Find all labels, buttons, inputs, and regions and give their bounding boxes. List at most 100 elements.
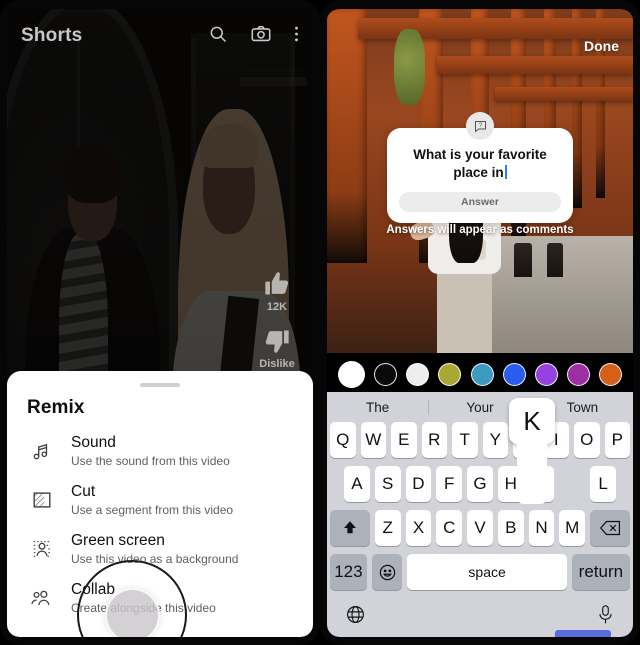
cut-segment-icon — [27, 483, 57, 511]
header-icon-group — [208, 23, 299, 50]
key-popup-preview: K — [509, 398, 555, 504]
numbers-key[interactable]: 123 — [330, 554, 367, 590]
option-subtitle: Use the sound from this video — [71, 454, 230, 468]
remix-bottom-sheet: Remix Sound Use the sound from this vide… — [7, 371, 313, 637]
key-E[interactable]: E — [391, 422, 417, 458]
torii-beam — [495, 87, 633, 102]
sheet-drag-handle[interactable] — [140, 383, 180, 387]
remix-option-text: Green screen Use this video as a backgro… — [71, 532, 238, 566]
ios-keyboard: TheYourTown QWERTYUIOP K ASDFGHJL ZXCVBN… — [327, 392, 633, 637]
key-B[interactable]: B — [497, 510, 524, 546]
space-key[interactable]: space — [407, 554, 567, 590]
question-prompt-row[interactable]: What is your favorite place in — [399, 146, 561, 181]
key-S[interactable]: S — [374, 466, 401, 502]
right-phone-screen: Done ? What is your favorite place in An… — [327, 8, 633, 637]
right-phone-frame: Done ? What is your favorite place in An… — [320, 0, 640, 645]
left-phone-screen: Shorts 12K Dislike Remix Sound Use the s… — [7, 8, 313, 637]
dislike-label: Dislike — [259, 358, 295, 370]
option-title: Sound — [71, 434, 116, 451]
keyboard-row-4: 123 space return — [327, 554, 633, 590]
shorts-header: Shorts — [7, 8, 313, 64]
shift-key[interactable] — [329, 510, 370, 546]
collab-people-icon — [27, 581, 57, 609]
like-button[interactable]: 12K — [263, 270, 291, 313]
svg-text:?: ? — [478, 122, 482, 129]
color-swatch-blue[interactable] — [502, 362, 526, 386]
key-A[interactable]: A — [343, 466, 370, 502]
camera-icon[interactable] — [250, 23, 272, 50]
key-F[interactable]: F — [436, 466, 463, 502]
key-W[interactable]: W — [360, 422, 386, 458]
key-Y[interactable]: Y — [482, 422, 508, 458]
key-popup-letter: K — [509, 398, 555, 444]
remix-option-text: Cut Use a segment from this video — [71, 483, 233, 517]
key-L[interactable]: L — [590, 466, 617, 502]
key-O[interactable]: O — [574, 422, 600, 458]
option-title: Cut — [71, 483, 96, 500]
color-swatch-white[interactable] — [338, 360, 365, 388]
color-swatch-olive[interactable] — [438, 362, 462, 386]
key-Z[interactable]: Z — [374, 510, 401, 546]
color-palette — [327, 356, 633, 392]
color-swatch-orange[interactable] — [599, 362, 622, 386]
remix-option-collab[interactable]: Collab Create alongside this video — [7, 572, 313, 621]
sheet-title: Remix — [27, 397, 85, 418]
answer-field[interactable]: Answer — [399, 192, 561, 213]
dislike-button[interactable]: Dislike — [259, 327, 295, 370]
pillar-base — [547, 242, 563, 278]
torii-beam — [437, 56, 633, 74]
option-subtitle: Use this video as a background — [71, 552, 239, 566]
page-title: Shorts — [21, 25, 83, 46]
search-icon[interactable] — [208, 24, 228, 49]
key-V[interactable]: V — [467, 510, 493, 546]
text-cursor — [504, 164, 507, 179]
left-phone-frame: Shorts 12K Dislike Remix Sound Use the s… — [0, 0, 320, 645]
sticker-hint: Answers will appear as comments — [386, 224, 574, 236]
key-T[interactable]: T — [452, 422, 478, 458]
remix-option-sound[interactable]: Sound Use the sound from this video — [7, 425, 313, 474]
return-key[interactable]: return — [571, 554, 630, 590]
dual-phone-screenshot: Shorts 12K Dislike Remix Sound Use the s… — [0, 0, 640, 645]
key-P[interactable]: P — [604, 422, 630, 458]
question-chat-bubble-icon: ? — [466, 112, 494, 140]
pillar-base — [513, 242, 533, 278]
question-prompt: What is your favorite place in — [413, 147, 547, 180]
emoji-smiley-icon[interactable] — [371, 554, 403, 590]
color-swatch-light-gray[interactable] — [406, 362, 430, 386]
key-R[interactable]: R — [421, 422, 447, 458]
key-Q[interactable]: Q — [330, 422, 356, 458]
remix-option-cut[interactable]: Cut Use a segment from this video — [7, 474, 313, 523]
suggestion-bar: The Your Town — [327, 392, 633, 422]
color-swatch-teal[interactable] — [470, 362, 494, 386]
green-screen-icon — [27, 532, 57, 560]
globe-icon[interactable] — [345, 604, 366, 630]
keyboard-row-3: ZXCVBNM — [327, 510, 633, 546]
like-count: 12K — [266, 301, 288, 313]
keyboard-row-1: QWERTYUIOP K — [327, 398, 633, 504]
more-vertical-icon[interactable] — [294, 24, 299, 49]
keyboard-row-2: ASDFGHJL — [327, 466, 633, 502]
tap-indicator — [105, 588, 160, 637]
home-indicator-accent — [555, 630, 611, 637]
suggestion-1[interactable]: The — [327, 400, 428, 415]
key-X[interactable]: X — [405, 510, 432, 546]
option-title: Green screen — [71, 532, 165, 549]
foliage — [394, 28, 425, 105]
done-button[interactable]: Done — [584, 38, 619, 54]
remix-option-green-screen[interactable]: Green screen Use this video as a backgro… — [7, 523, 313, 572]
key-M[interactable]: M — [559, 510, 586, 546]
color-swatch-violet[interactable] — [534, 362, 558, 386]
key-C[interactable]: C — [436, 510, 463, 546]
question-card: What is your favorite place in Answer — [387, 128, 573, 224]
key-D[interactable]: D — [405, 466, 432, 502]
option-subtitle: Use a segment from this video — [71, 503, 234, 517]
key-G[interactable]: G — [467, 466, 493, 502]
remix-option-text: Sound Use the sound from this video — [71, 434, 230, 468]
question-sticker[interactable]: ? What is your favorite place in Answer — [387, 112, 573, 224]
color-swatch-magenta[interactable] — [566, 362, 590, 386]
color-swatch-black[interactable] — [374, 362, 398, 386]
key-N[interactable]: N — [528, 510, 555, 546]
microphone-icon[interactable] — [596, 604, 615, 630]
music-note-icon — [27, 434, 57, 462]
backspace-key[interactable] — [590, 510, 631, 546]
